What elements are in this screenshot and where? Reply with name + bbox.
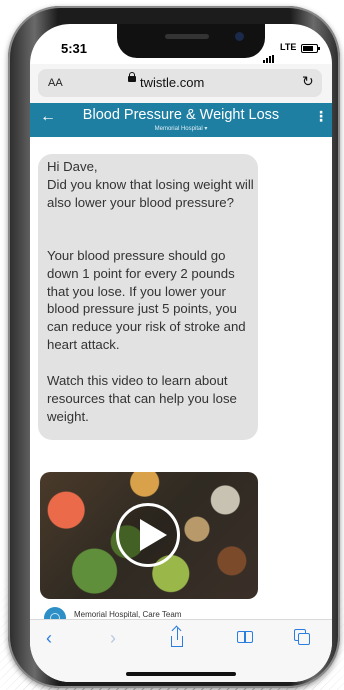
message-paragraph: Your blood pressure should go down 1 poi… (47, 248, 246, 352)
text-size-button[interactable]: AA (48, 77, 63, 89)
phone-frame: 5:31 LTE AA twistle.com ↻ ← Blood Pressu… (8, 6, 340, 688)
phone-screen: 5:31 LTE AA twistle.com ↻ ← Blood Pressu… (30, 24, 332, 682)
home-indicator[interactable] (126, 672, 236, 676)
message-paragraph: Hi Dave, Did you know that losing weight… (47, 159, 254, 210)
video-thumbnail[interactable] (40, 472, 258, 599)
signal-icon (263, 45, 275, 63)
back-icon[interactable]: ‹ (46, 628, 52, 649)
tabs-icon-front (298, 633, 310, 645)
status-time: 5:31 (61, 41, 88, 56)
notch (117, 24, 265, 58)
kebab-menu-icon[interactable]: ⋮ (314, 109, 328, 123)
share-icon-box (171, 636, 183, 647)
url-domain[interactable]: twistle.com (140, 75, 204, 90)
network-label: LTE (280, 42, 297, 52)
lock-icon (128, 72, 136, 82)
app-header: ← Blood Pressure & Weight Loss Memorial … (30, 103, 332, 137)
browser-url-bar: AA twistle.com ↻ (30, 64, 332, 104)
bookmarks-icon[interactable] (237, 631, 255, 644)
speaker (165, 34, 209, 39)
battery-icon (301, 44, 320, 53)
message-paragraph: Watch this video to learn about resource… (47, 373, 237, 424)
message-bubble: Hi Dave, Did you know that losing weight… (38, 154, 258, 440)
front-camera (235, 32, 244, 41)
forward-icon[interactable]: › (110, 628, 116, 649)
chat-thread: Hi Dave, Did you know that losing weight… (30, 137, 332, 629)
reload-icon[interactable]: ↻ (302, 73, 314, 90)
back-arrow-icon[interactable]: ← (40, 108, 56, 126)
sender-name: Memorial Hospital, Care Team (74, 610, 182, 619)
organization-selector[interactable]: Memorial Hospital ▾ (60, 125, 302, 132)
page-title: Blood Pressure & Weight Loss (82, 107, 280, 123)
play-icon (140, 519, 167, 551)
